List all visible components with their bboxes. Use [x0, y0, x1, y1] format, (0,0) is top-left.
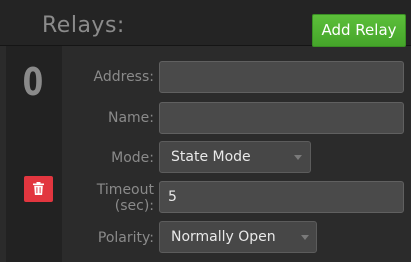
relay-index: 0: [22, 60, 44, 104]
delete-relay-button[interactable]: [24, 176, 53, 202]
mode-label: Mode:: [111, 150, 154, 166]
timeout-input[interactable]: 5: [159, 181, 404, 213]
panel-header: Relays: Add Relay: [0, 0, 411, 47]
polarity-label: Polarity:: [97, 230, 154, 246]
mode-select-value: State Mode: [171, 149, 251, 165]
chevron-down-icon: [294, 155, 302, 160]
add-relay-button[interactable]: Add Relay: [312, 14, 406, 47]
page-title: Relays:: [42, 13, 125, 38]
address-input[interactable]: [159, 61, 404, 93]
timeout-label: Timeout (sec):: [97, 182, 154, 214]
name-label: Name:: [107, 110, 154, 126]
trash-icon: [33, 182, 44, 195]
polarity-select[interactable]: Normally Open: [159, 221, 317, 253]
timeout-label-line1: Timeout: [96, 182, 154, 198]
address-label: Address:: [93, 69, 154, 85]
name-input[interactable]: [159, 102, 404, 134]
polarity-select-value: Normally Open: [171, 229, 276, 245]
mode-select[interactable]: State Mode: [159, 141, 311, 173]
relays-panel: Relays: Add Relay 0 Address: Name: Mode:…: [0, 0, 411, 262]
chevron-down-icon: [301, 235, 309, 240]
timeout-label-line2: (sec):: [114, 198, 154, 214]
